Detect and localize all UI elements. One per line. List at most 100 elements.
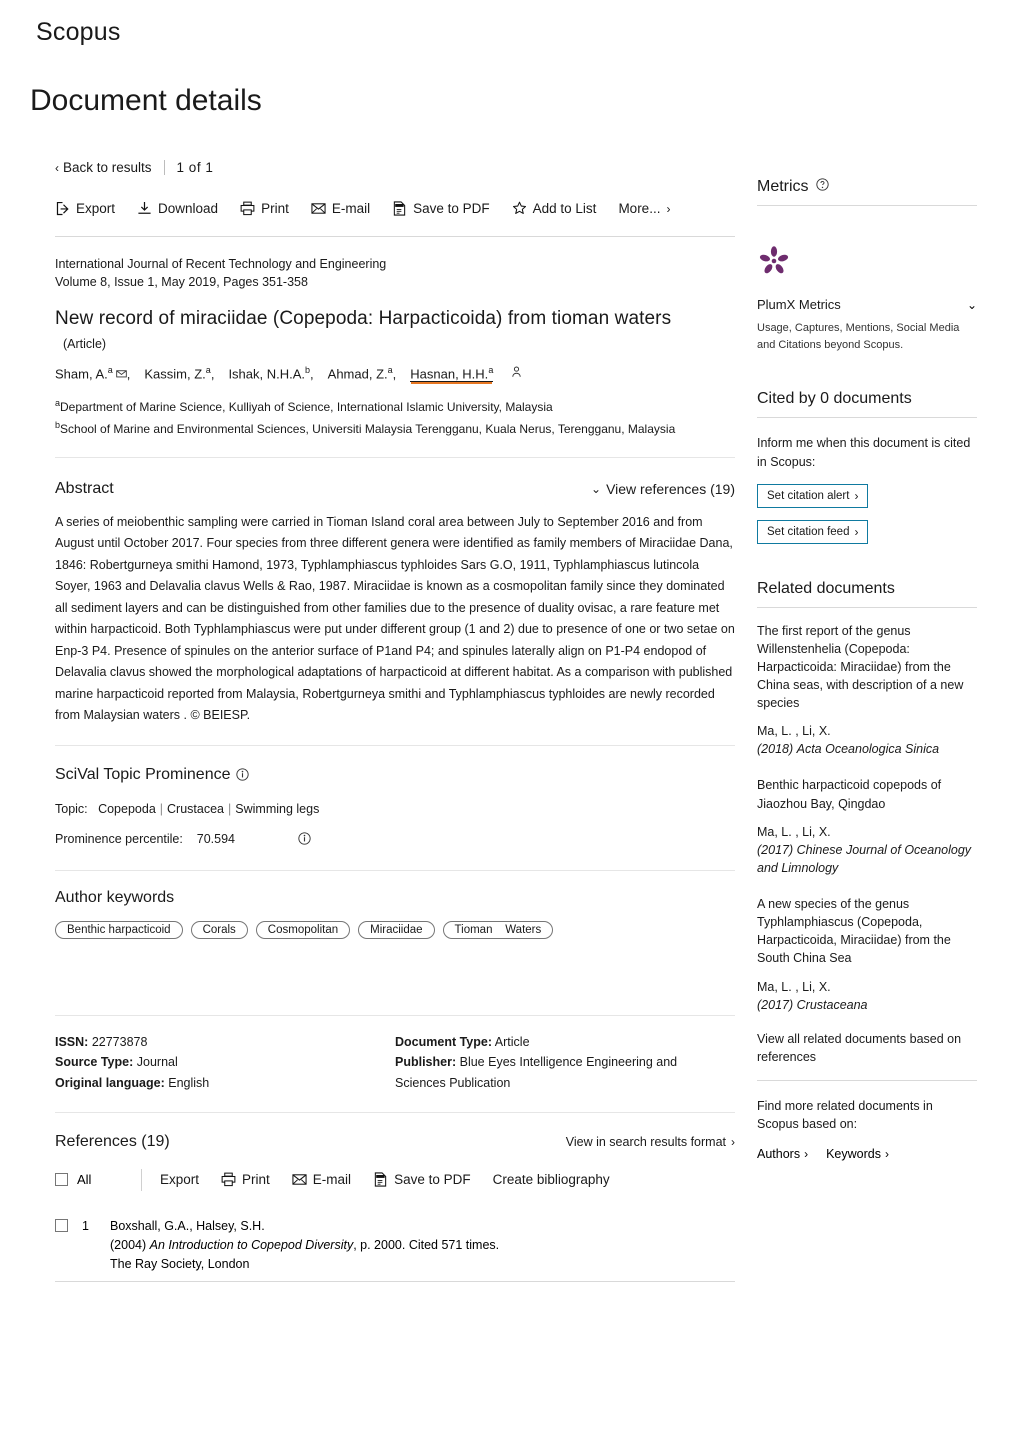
- references-heading: References (19): [55, 1132, 170, 1150]
- reference-checkbox[interactable]: [55, 1218, 68, 1232]
- chevron-right-icon: ›: [884, 1147, 889, 1162]
- author-affiliation-marker: a: [488, 365, 494, 375]
- download-label: Download: [158, 201, 219, 216]
- related-document-title[interactable]: The first report of the genus Willensten…: [757, 622, 977, 713]
- metadata-item: Original language: English: [55, 1073, 385, 1094]
- topic-item[interactable]: Crustacea: [167, 802, 224, 816]
- document-toolbar: Export Download Print E-mail Save to PDF…: [55, 201, 735, 216]
- author-item[interactable]: Kassim, Z.a,: [144, 365, 214, 381]
- topic-item[interactable]: Swimming legs: [235, 802, 319, 816]
- view-all-related-documents-link[interactable]: View all related documents based on refe…: [757, 1030, 977, 1066]
- chevron-right-icon: ›: [854, 524, 859, 539]
- references-export-button[interactable]: Export: [160, 1172, 199, 1187]
- chevron-left-icon: ‹: [55, 160, 59, 175]
- references-email-button[interactable]: E-mail: [292, 1172, 351, 1187]
- export-label: Export: [76, 201, 116, 216]
- related-document-authors[interactable]: Ma, L. , Li, X.: [757, 722, 977, 740]
- reference-title[interactable]: An Introduction to Copepod Diversity: [150, 1238, 354, 1252]
- keywords-heading: Author keywords: [55, 888, 175, 906]
- keyword-chip[interactable]: Benthic harpacticoid: [55, 920, 183, 939]
- author-item[interactable]: Ishak, N.H.A.b,: [228, 365, 313, 381]
- metrics-heading: Metrics: [757, 178, 977, 196]
- download-button[interactable]: Download: [137, 201, 218, 216]
- author-list: Sham, A.a, Kassim, Z.a, Ishak, N.H.A.b, …: [55, 365, 735, 383]
- divider: [757, 606, 977, 608]
- set-citation-alert-label: Set citation alert: [767, 489, 850, 502]
- help-icon[interactable]: [815, 178, 829, 196]
- author-item[interactable]: Ahmad, Z.a,: [328, 365, 397, 381]
- reference-row: 1 Boxshall, G.A., Halsey, S.H. (2004) An…: [55, 1217, 735, 1275]
- find-by-authors-label: Authors: [757, 1147, 801, 1162]
- related-document-source-line: (2017) Crustaceana: [757, 996, 977, 1014]
- envelope-icon[interactable]: [116, 367, 127, 382]
- email-button[interactable]: E-mail: [311, 201, 370, 216]
- related-document-title[interactable]: Benthic harpacticoid copepods of Jiaozho…: [757, 776, 977, 812]
- author-item-highlighted[interactable]: Hasnan, H.H.a: [410, 365, 494, 383]
- find-more-related-text: Find more related documents in Scopus ba…: [757, 1099, 933, 1132]
- related-document-source: Crustaceana: [796, 997, 868, 1012]
- export-button[interactable]: Export: [55, 201, 115, 216]
- references-print-label: Print: [242, 1172, 270, 1188]
- plumx-metrics-row[interactable]: PlumX Metrics ⌄: [757, 297, 977, 312]
- view-references-link[interactable]: ⌄ View references (19): [591, 481, 735, 497]
- topic-item[interactable]: Copepoda: [98, 802, 156, 816]
- keywords-section: Author keywords Benthic harpacticoid Cor…: [55, 889, 735, 939]
- references-toolbar: All Export Print E-mail Save to PDF Crea…: [55, 1168, 735, 1191]
- scopus-logo[interactable]: Scopus: [36, 18, 121, 47]
- create-bibliography-button[interactable]: Create bibliography: [493, 1172, 610, 1187]
- document-type-label: (Article): [63, 337, 107, 351]
- author-affiliation-marker: a: [205, 365, 211, 375]
- related-document-source-line: (2018) Acta Oceanologica Sinica: [757, 740, 977, 758]
- find-by-authors-link[interactable]: Authors ›: [757, 1147, 808, 1161]
- print-button[interactable]: Print: [240, 201, 289, 216]
- print-label: Print: [261, 201, 289, 216]
- related-document-authors[interactable]: Ma, L. , Li, X.: [757, 823, 977, 841]
- chevron-right-icon: ›: [854, 488, 859, 503]
- pager-label: 1 of 1: [176, 160, 214, 175]
- info-icon[interactable]: [235, 768, 249, 786]
- chevron-right-icon: ›: [731, 1134, 735, 1149]
- info-icon[interactable]: [298, 832, 312, 848]
- envelope-icon: [292, 1172, 307, 1187]
- set-citation-alert-button[interactable]: Set citation alert ›: [757, 483, 869, 508]
- metadata-label: Original language:: [55, 1075, 165, 1090]
- references-email-label: E-mail: [312, 1172, 352, 1188]
- keyword-chip[interactable]: Corals: [190, 920, 248, 939]
- sidebar: Metrics PlumX Metrics ⌄ Usage, Captures,…: [757, 178, 977, 1161]
- related-document-item: The first report of the genus Willensten…: [757, 622, 977, 759]
- references-save-to-pdf-button[interactable]: Save to PDF: [373, 1172, 471, 1187]
- chevron-down-icon: ⌄: [591, 481, 602, 496]
- keyword-chip[interactable]: Miraciidae: [358, 920, 435, 939]
- related-document-title[interactable]: A new species of the genus Typhlamphiasc…: [757, 895, 977, 968]
- keyword-chip-list: Benthic harpacticoid Corals Cosmopolitan…: [55, 920, 735, 939]
- divider: [55, 744, 735, 746]
- related-document-authors[interactable]: Ma, L. , Li, X.: [757, 978, 977, 996]
- more-button[interactable]: More... ›: [618, 201, 670, 216]
- prominence-row: Prominence percentile: 70.594: [55, 832, 735, 848]
- plumx-metrics-description: Usage, Captures, Mentions, Social Media …: [757, 322, 960, 352]
- keyword-chip[interactable]: Cosmopolitan: [255, 920, 351, 939]
- keyword-chip[interactable]: Tioman Waters: [442, 920, 554, 939]
- references-print-button[interactable]: Print: [221, 1172, 270, 1187]
- add-to-list-button[interactable]: Add to List: [512, 201, 596, 216]
- star-icon: [512, 201, 527, 216]
- divider: [757, 1080, 977, 1082]
- select-all-checkbox[interactable]: [55, 1173, 68, 1187]
- related-document-item: A new species of the genus Typhlamphiasc…: [757, 895, 977, 1014]
- chevron-down-icon[interactable]: ⌄: [967, 299, 977, 311]
- source-journal[interactable]: International Journal of Recent Technolo…: [55, 255, 735, 273]
- set-citation-feed-button[interactable]: Set citation feed ›: [757, 519, 869, 544]
- back-to-results-link[interactable]: ‹ Back to results: [55, 160, 152, 175]
- references-export-label: Export: [160, 1172, 200, 1188]
- scival-heading: SciVal Topic Prominence: [55, 766, 735, 786]
- person-icon[interactable]: [510, 365, 523, 381]
- author-affiliation-marker: a: [107, 365, 113, 375]
- metadata-value: 22773878: [91, 1034, 148, 1049]
- metadata-right-column: Document Type: Article Publisher: Blue E…: [395, 1032, 735, 1094]
- find-by-keywords-link[interactable]: Keywords ›: [826, 1147, 889, 1161]
- author-item[interactable]: Sham, A.a,: [55, 365, 130, 382]
- metadata-label: ISSN:: [55, 1034, 89, 1049]
- reference-tail: , p. 2000. Cited 571 times.: [353, 1237, 500, 1252]
- view-in-search-results-link[interactable]: View in search results format ›: [566, 1135, 735, 1149]
- save-to-pdf-button[interactable]: Save to PDF: [392, 201, 490, 216]
